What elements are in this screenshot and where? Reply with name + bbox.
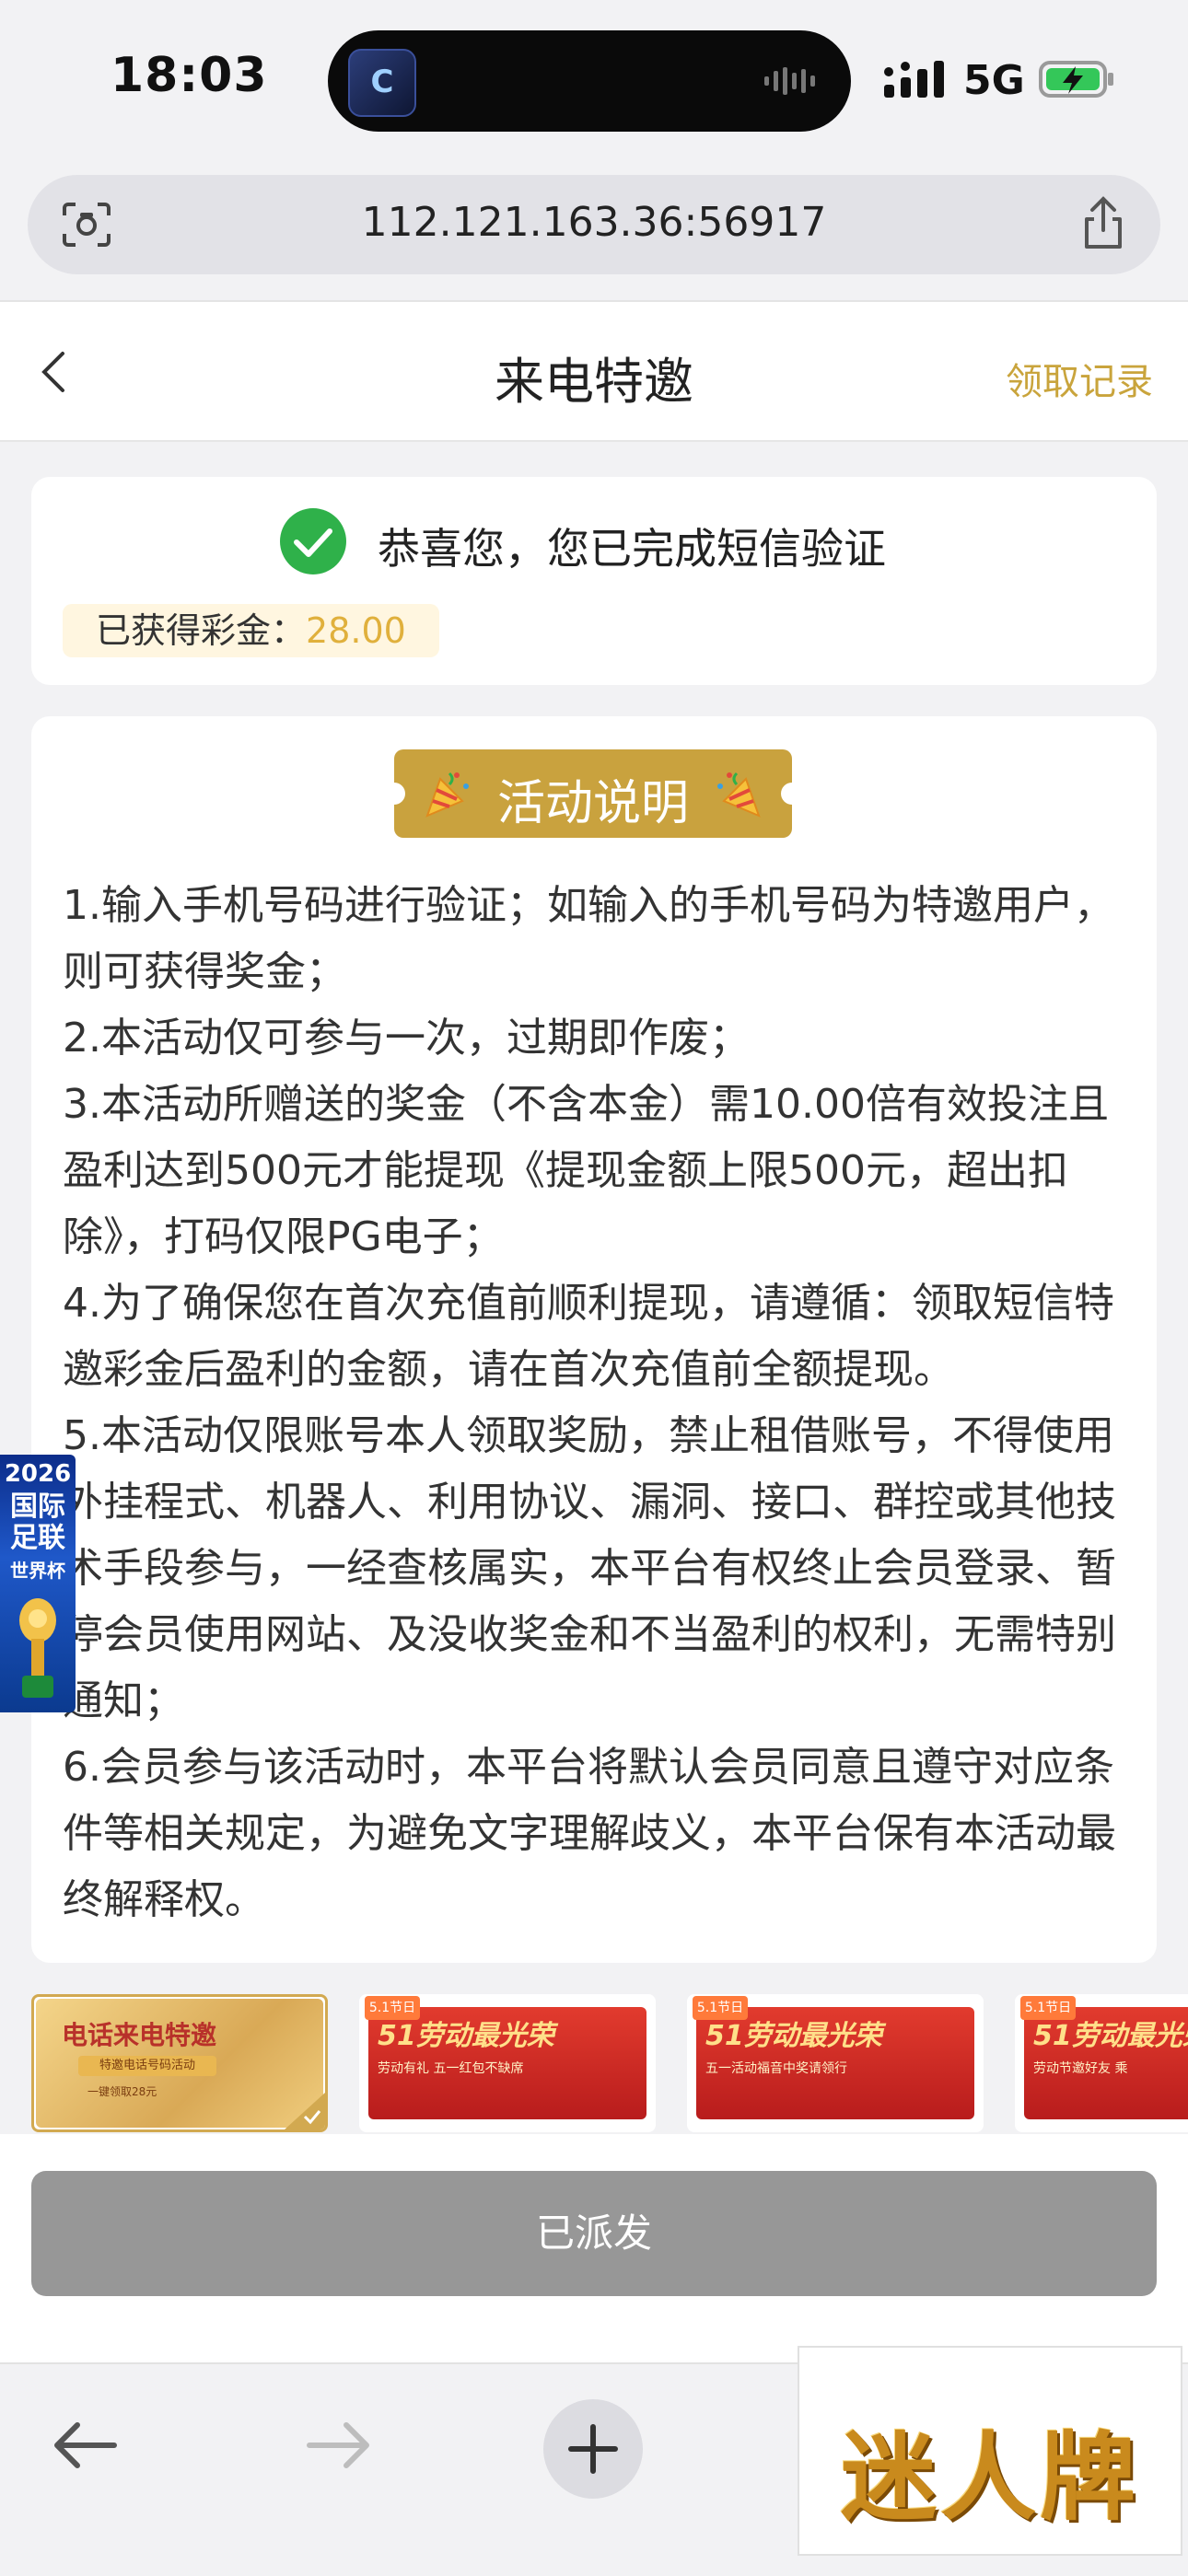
audio-wave-icon [764,67,815,95]
banner-caption: 一键领取28元 [87,2085,157,2098]
forward-arrow-icon[interactable] [304,2418,374,2473]
logo-text: 迷人牌 [840,2421,1139,2534]
rule-item: 4.为了确保您在首次充值前顺利提现，请遵循：领取短信特邀彩金后盈利的金额，请在首… [63,1280,1114,1393]
app-icon: C [348,49,416,117]
claim-record-link[interactable]: 领取记录 [1006,352,1153,405]
world-cup-side-ad[interactable]: 2026 国际 足联 世界杯 [0,1455,76,1712]
selected-check-icon [285,2093,325,2129]
back-arrow-icon[interactable] [50,2418,120,2473]
bonus-value: 28.00 [306,610,406,651]
banner-title: 51劳动最光荣 [378,2020,554,2052]
cellular-signal-icon [884,61,944,98]
banner-subtitle: 特邀电话号码活动 [78,2056,216,2076]
rule-item: 5.本活动仅限账号本人领取奖励，禁止租借账号，不得使用外挂程式、机器人、利用协议… [63,1412,1116,1724]
banner-title: 51劳动最光荣 [705,2020,882,2052]
rules-text: 1.输入手机号码进行验证；如输入的手机号码为特邀用户，则可获得奖金； 2.本活动… [63,873,1131,1933]
banner-title: 51劳动最光荣 [1033,2020,1188,2052]
nav-header: 来电特邀 领取记录 [0,302,1188,442]
status-time: 18:03 [111,48,268,103]
banner-item[interactable]: 5.1节日 51劳动最光荣 劳动有礼 五一红包不缺席 [359,1994,656,2132]
banner-item[interactable]: 5.1节日 51劳动最光荣 劳动节邀好友 乘 [1015,1994,1188,2132]
banner-item[interactable]: 5.1节日 51劳动最光荣 五一活动福音中奖请领行 [687,1994,984,2132]
new-tab-button[interactable] [543,2399,643,2499]
address-bar[interactable]: 112.121.163.36:56917 [28,175,1160,274]
activity-rules-card: 活动说明 1.输入手机号码进行验证；如输入的手机号码为特邀用户，则可获得奖金； … [31,716,1157,1963]
dynamic-island: C [328,30,851,132]
trophy-icon [19,1598,56,1698]
rule-item: 2.本活动仅可参与一次，过期即作废； [63,1015,750,1062]
rule-item: 1.输入手机号码进行验证；如输入的手机号码为特邀用户，则可获得奖金； [63,882,1114,995]
url-text[interactable]: 112.121.163.36:56917 [28,199,1160,246]
share-icon[interactable] [1079,195,1127,250]
distributed-button[interactable]: 已派发 [31,2171,1157,2296]
battery-charging-icon [1039,61,1113,98]
party-popper-icon [717,772,761,818]
network-type: 5G [963,57,1025,104]
banner-item-selected[interactable]: 电话来电特邀 特邀电话号码活动 一键领取28元 [31,1994,328,2132]
success-message: 恭喜您，您已完成短信验证 [378,524,886,574]
section-title-badge: 活动说明 [383,749,803,838]
banner-subtitle: 劳动节邀好友 乘 [1033,2061,1128,2076]
rule-item: 3.本活动所赠送的奖金（不含本金）需10.00倍有效投注且盈利达到500元才能提… [63,1081,1109,1260]
banner-subtitle: 劳动有礼 五一红包不缺席 [378,2061,524,2076]
bonus-amount-badge: 已获得彩金：28.00 [63,604,439,657]
verification-success-card: 恭喜您，您已完成短信验证 已获得彩金：28.00 [31,477,1157,685]
banner-carousel[interactable]: 电话来电特邀 特邀电话号码活动 一键领取28元 5.1节日 51劳动最光荣 劳动… [31,1994,1188,2132]
ad-title: 国际 足联 [10,1491,65,1554]
plus-icon [568,2424,618,2474]
banner-subtitle: 五一活动福音中奖请领行 [705,2061,847,2076]
rule-item: 6.会员参与该活动时，本平台将默认会员同意且遵守对应条件等相关规定，为避免文字理… [63,1744,1116,1923]
watermark-logo: 迷人牌 [798,2346,1182,2556]
ad-subtitle: 世界杯 [10,1560,65,1582]
banner-title: 电话来电特邀 [62,2020,217,2050]
ad-year: 2026 [4,1460,72,1488]
bonus-label: 已获得彩金： [96,610,307,651]
status-bar: 18:03 C 5G [0,0,1188,166]
check-circle-icon [280,508,346,574]
action-area: 已派发 [0,2134,1188,2362]
